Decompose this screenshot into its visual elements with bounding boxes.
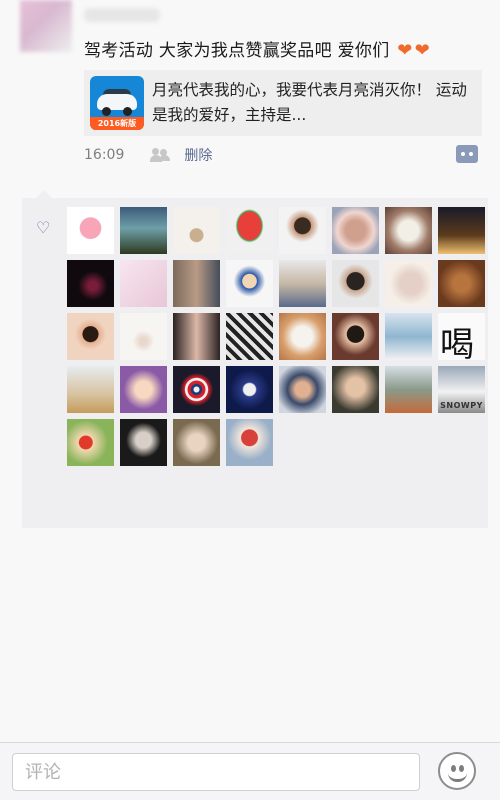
poster-name[interactable] [84, 8, 160, 22]
delete-link[interactable]: 删除 [184, 145, 212, 165]
liker-avatar[interactable] [332, 260, 379, 307]
liker-avatar[interactable] [438, 207, 485, 254]
wheel [102, 107, 111, 116]
eye [459, 765, 464, 772]
eye [451, 765, 456, 772]
shared-link-thumbnail: 2016新版 [90, 76, 144, 130]
liker-avatar[interactable] [226, 419, 273, 466]
like-heart-icon: ♡ [36, 218, 51, 237]
liker-avatar[interactable] [332, 313, 379, 360]
calligraphy-glyph: 喝 [440, 325, 474, 360]
liker-avatar[interactable] [67, 260, 114, 307]
post-text: 驾考活动 大家为我点赞赢奖品吧 爱你们 ❤ ❤ [84, 38, 430, 64]
liker-avatar[interactable] [385, 313, 432, 360]
liker-avatar[interactable] [226, 366, 273, 413]
avatar-caption: SNOWPY [440, 401, 483, 410]
liker-avatar[interactable] [67, 419, 114, 466]
liker-avatar[interactable] [173, 366, 220, 413]
liker-avatar[interactable] [332, 366, 379, 413]
smile [448, 773, 467, 782]
liker-avatar[interactable]: 喝 [438, 313, 485, 360]
heart-emoji-icon: ❤ [397, 40, 413, 61]
poster-avatar[interactable] [20, 0, 72, 52]
liker-avatar[interactable] [279, 207, 326, 254]
liker-avatar[interactable] [173, 260, 220, 307]
shared-link-title: 月亮代表我的心，我要代表月亮消灭你！ 运动是我的爱好，主持是... [152, 81, 467, 124]
liker-avatar[interactable] [120, 207, 167, 254]
liker-avatar[interactable] [385, 366, 432, 413]
liker-avatar[interactable] [226, 313, 273, 360]
post-time: 16:09 [84, 147, 125, 163]
shared-link-card[interactable]: 2016新版 月亮代表我的心，我要代表月亮消灭你！ 运动是我的爱好，主持是... [84, 70, 482, 136]
liker-avatar[interactable] [120, 419, 167, 466]
post-caption: 驾考活动 大家为我点赞赢奖品吧 爱你们 [84, 41, 390, 61]
liker-avatar[interactable] [67, 313, 114, 360]
emoji-button-icon[interactable] [438, 752, 476, 790]
liker-avatar[interactable] [385, 207, 432, 254]
liker-avatar[interactable] [67, 366, 114, 413]
liker-avatar[interactable] [279, 366, 326, 413]
liker-avatar[interactable] [120, 260, 167, 307]
liker-avatar[interactable] [226, 260, 273, 307]
wheel [123, 107, 132, 116]
liker-avatars: 喝 SNOWPY [67, 207, 487, 466]
comment-action-icon[interactable] [456, 145, 478, 163]
liker-avatar[interactable] [173, 313, 220, 360]
post-meta: 16:09 删除 [84, 144, 212, 166]
friends-visibility-icon[interactable] [150, 148, 172, 162]
comment-bar [0, 742, 500, 800]
comment-input[interactable] [12, 753, 420, 791]
liker-avatar[interactable] [173, 419, 220, 466]
liker-avatar[interactable] [226, 207, 273, 254]
thumbnail-tag: 2016新版 [90, 117, 144, 130]
liker-avatar[interactable] [279, 260, 326, 307]
liker-avatar[interactable] [173, 207, 220, 254]
liker-avatar[interactable]: SNOWPY [438, 366, 485, 413]
likes-panel: ♡ 喝 SNOWPY [22, 190, 488, 528]
liker-avatar[interactable] [120, 313, 167, 360]
liker-avatar[interactable] [332, 207, 379, 254]
heart-emoji-icon: ❤ [414, 40, 431, 61]
liker-avatar[interactable] [438, 260, 485, 307]
liker-avatar[interactable] [120, 366, 167, 413]
liker-avatar[interactable] [67, 207, 114, 254]
liker-avatar[interactable] [385, 260, 432, 307]
liker-avatar[interactable] [279, 313, 326, 360]
